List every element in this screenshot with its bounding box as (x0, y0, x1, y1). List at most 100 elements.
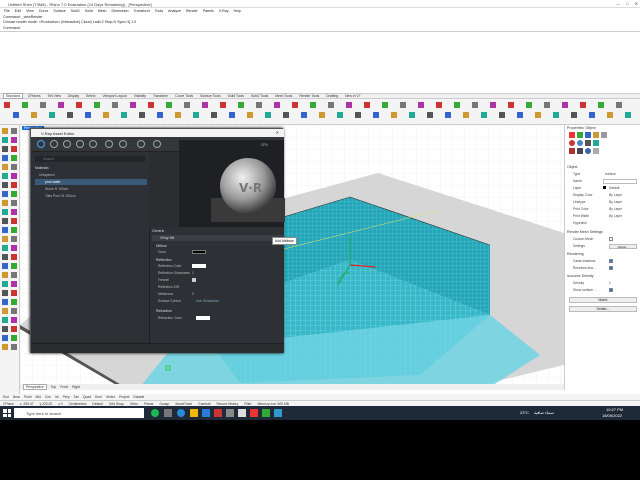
menu-item[interactable]: Edit (15, 9, 21, 13)
material-search-input[interactable]: Search (35, 156, 145, 162)
osnap-item[interactable]: Project (119, 395, 129, 399)
density-value[interactable]: 1 (609, 281, 611, 285)
lights-tab-icon[interactable] (50, 140, 58, 148)
toolbar-tab[interactable]: Viewport Layout (100, 94, 128, 98)
osnap-item[interactable]: Near (13, 395, 20, 399)
toolbar-tab[interactable]: CPlanes (26, 94, 43, 98)
details-button[interactable]: Details... (569, 306, 637, 312)
menu-item[interactable]: V-Ray (219, 9, 229, 13)
status-item[interactable]: x -293.47 (20, 402, 34, 406)
name-input[interactable] (603, 179, 637, 184)
print-color-value[interactable]: By Layer (609, 207, 622, 211)
toolbar-tab[interactable]: Drafting (324, 94, 340, 98)
receives-shadows-checkbox[interactable] (609, 266, 613, 270)
toolbar-tab[interactable]: Visibility (132, 94, 148, 98)
properties-tab-icons[interactable] (569, 132, 609, 158)
status-item[interactable]: z 0 (58, 402, 62, 406)
list-item[interactable]: Stone H 100cm (45, 187, 68, 191)
status-item[interactable]: Gumball (198, 402, 210, 406)
list-item[interactable]: Tiles Pool 01 100cm (45, 194, 76, 198)
casts-shadows-checkbox[interactable] (609, 259, 613, 263)
toolbar-tab[interactable]: Transform (151, 94, 170, 98)
textures-tab-icon[interactable] (76, 140, 84, 148)
osnap-item[interactable]: Tan (74, 395, 79, 399)
osnap-item[interactable]: Int (55, 395, 59, 399)
menu-item[interactable]: Transform (134, 9, 150, 13)
clock-time[interactable]: 10:27 PM (606, 407, 623, 412)
diffuse-color-swatch[interactable] (192, 250, 206, 254)
menu-item[interactable]: Analyze (168, 9, 181, 13)
close-icon[interactable]: ✕ (635, 1, 638, 6)
osnap-item[interactable]: Point (24, 395, 32, 399)
toolbar-tab[interactable]: Render Tools (297, 94, 321, 98)
toolbar-tab[interactable]: SubD Tools (249, 94, 270, 98)
menu-item[interactable]: Curve (39, 9, 49, 13)
status-item[interactable]: Record History (216, 402, 238, 406)
osnap-item[interactable]: Mid (36, 395, 41, 399)
toolbar-tab[interactable]: Solid Tools (226, 94, 246, 98)
menu-item[interactable]: View (26, 9, 34, 13)
display-color-value[interactable]: By Layer (609, 193, 622, 197)
toolbar-tab[interactable]: New in V7 (343, 94, 362, 98)
maximize-icon[interactable]: □ (626, 1, 628, 6)
menu-item[interactable]: Dimension (112, 9, 129, 13)
taskbar-apps[interactable] (150, 408, 300, 418)
left-tool-icons[interactable] (0, 125, 20, 400)
status-item[interactable]: Planar (144, 402, 154, 406)
status-item[interactable]: CPlane (3, 402, 14, 406)
surface-control-value[interactable]: Use Glossiness (196, 299, 219, 303)
view-tab[interactable]: Top (51, 385, 56, 389)
osnap-item[interactable]: Vertex (106, 395, 115, 399)
metalness-value[interactable]: 0 (192, 292, 194, 296)
teapot-icon[interactable] (137, 140, 145, 148)
refraction-color-swatch[interactable] (196, 316, 210, 320)
linetype-value[interactable]: By Layer (609, 200, 622, 204)
osnap-item[interactable]: Disable (133, 395, 144, 399)
list-item[interactable]: pool water (45, 180, 61, 184)
taskbar-search-input[interactable]: Type here to search (14, 408, 144, 418)
toolbar-icons[interactable] (0, 99, 640, 125)
view-tab[interactable]: Front (60, 385, 68, 389)
preview-renderer[interactable]: CPU (261, 143, 268, 147)
fresnel-checkbox[interactable] (192, 278, 196, 282)
start-icon[interactable] (3, 409, 11, 417)
command-prompt[interactable]: Command: (3, 26, 21, 30)
menu-item[interactable]: Tools (155, 9, 163, 13)
osnap-item[interactable]: Knot (95, 395, 102, 399)
minimize-icon[interactable]: — (616, 1, 620, 6)
layer-value[interactable]: Default (609, 186, 619, 190)
status-item[interactable]: y 223.20 (40, 402, 53, 406)
osnap-item[interactable]: Quad (83, 395, 91, 399)
reflection-color-swatch[interactable] (192, 264, 206, 268)
match-button[interactable]: Match (569, 297, 637, 303)
menu-item[interactable]: Solid (85, 9, 93, 13)
menu-item[interactable]: SubD (71, 9, 80, 13)
toolbar-tab[interactable]: Set View (46, 94, 63, 98)
status-item[interactable]: Centimeters (69, 402, 87, 406)
show-surface-checkbox[interactable] (609, 288, 613, 292)
view-tab[interactable]: Right (72, 385, 80, 389)
glossiness-value[interactable]: 1 (192, 271, 194, 275)
status-item[interactable]: SmartTrack (175, 402, 192, 406)
menu-item[interactable]: Surface (53, 9, 65, 13)
menu-item[interactable]: Mesh (98, 9, 107, 13)
status-item[interactable]: Filter (244, 402, 251, 406)
menu-item[interactable]: Render (186, 9, 198, 13)
status-item[interactable]: Default (92, 402, 102, 406)
list-item[interactable]: Unlayered (39, 173, 54, 177)
status-item[interactable]: Ortho (130, 402, 138, 406)
print-width-value[interactable]: By Layer (609, 214, 622, 218)
view-tab[interactable]: Perspective (23, 384, 47, 390)
clock-date[interactable]: 18/09/2022 (602, 413, 622, 418)
geometry-tab-icon[interactable] (63, 140, 71, 148)
toolbar-tab[interactable]: Display (66, 94, 81, 98)
vray-close-icon[interactable]: ✕ (276, 130, 279, 135)
materials-tab-icon[interactable] (37, 140, 45, 148)
menu-item[interactable]: File (4, 9, 10, 13)
toolbar-tab[interactable]: Select (84, 94, 97, 98)
settings-tab-icon[interactable] (105, 140, 113, 148)
osnap-item[interactable]: Perp (63, 395, 70, 399)
status-item[interactable]: Osnap (160, 402, 170, 406)
menu-item[interactable]: Help (234, 9, 241, 13)
toolbar-tab[interactable]: Curve Tools (173, 94, 195, 98)
